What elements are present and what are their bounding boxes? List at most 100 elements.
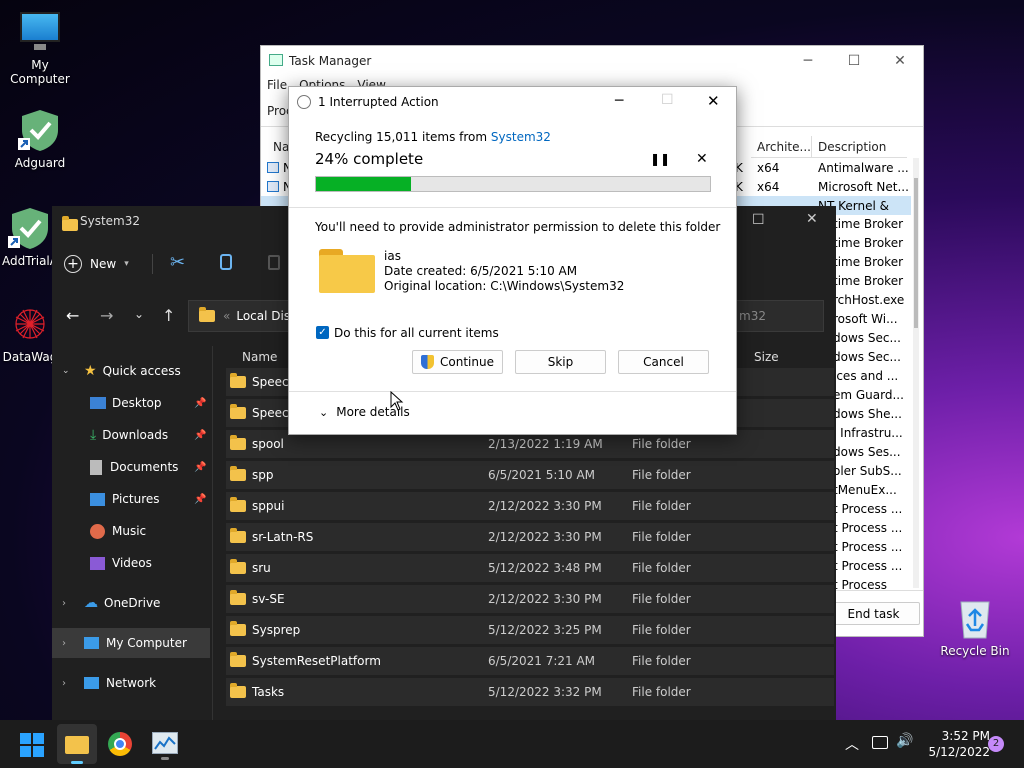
chrome-icon[interactable]	[108, 732, 132, 756]
progress-bar	[315, 176, 711, 192]
minimize-button[interactable]: ─	[615, 93, 623, 109]
address-prefix: «	[223, 309, 231, 323]
up-arrow-icon[interactable]: ↑	[162, 306, 175, 325]
network-icon[interactable]	[872, 736, 888, 749]
sidebar-item-label: Music	[112, 524, 147, 538]
continue-button[interactable]: Continue	[412, 350, 503, 374]
process-description-list: time Broker time Broker time Broker time…	[833, 215, 911, 589]
close-button[interactable]: ✕	[707, 92, 720, 110]
sidebar-item-quick-access[interactable]: ⌄ ★ Quick access	[52, 356, 210, 386]
source-folder-link[interactable]: System32	[491, 130, 551, 144]
desktop-icon-recycle-bin[interactable]: Recycle Bin	[935, 596, 1015, 658]
search-box[interactable]: m32	[736, 300, 824, 332]
maximize-button[interactable]: ☐	[752, 212, 765, 228]
desktop-icon-label: Adguard	[14, 156, 66, 170]
sidebar-item-my-computer[interactable]: › My Computer	[52, 628, 210, 658]
back-arrow-icon[interactable]: ←	[66, 306, 79, 325]
sidebar-item-videos[interactable]: Videos	[52, 548, 210, 578]
file-row[interactable]: sru 5/12/2022 3:48 PM File folder	[226, 554, 834, 582]
file-row[interactable]: Sysprep 5/12/2022 3:25 PM File folder	[226, 616, 834, 644]
dialog-titlebar[interactable]: 1 Interrupted Action ─ ☐ ✕	[289, 87, 736, 117]
close-button[interactable]: ✕	[877, 46, 923, 76]
file-name: spp	[252, 468, 274, 482]
skip-button[interactable]: Skip	[515, 350, 606, 374]
file-row[interactable]: SystemResetPlatform 6/5/2021 7:21 AM File …	[226, 647, 834, 675]
file-row[interactable]: Tasks 5/12/2022 3:32 PM File folder	[226, 678, 834, 706]
folder-icon	[230, 621, 246, 636]
cut-icon[interactable]: ✂	[170, 252, 185, 273]
stop-icon[interactable]: ✕	[696, 151, 708, 167]
sidebar-item-desktop[interactable]: Desktop 📌	[52, 388, 210, 418]
windows-start-icon[interactable]	[20, 733, 44, 757]
notification-badge[interactable]: 2	[988, 736, 1004, 752]
copy-icon[interactable]	[220, 254, 232, 270]
menu-file[interactable]: File	[267, 78, 287, 92]
folder-icon	[199, 307, 215, 322]
file-row[interactable]: sr-Latn-RS 2/12/2022 3:30 PM File folder	[226, 523, 834, 551]
video-icon	[90, 556, 105, 570]
sidebar-item-downloads[interactable]: ⤓ Downloads 📌	[52, 420, 210, 450]
chevron-down-icon: ▾	[124, 259, 129, 269]
file-row[interactable]: sv-SE 2/12/2022 3:30 PM File folder	[226, 585, 834, 613]
new-label: New	[90, 257, 117, 271]
vertical-scrollbar[interactable]	[913, 158, 919, 588]
column-architecture[interactable]: Archite...	[751, 136, 811, 158]
folder-icon	[230, 683, 246, 698]
recent-locations-icon[interactable]: ⌄	[134, 307, 144, 321]
minimize-button[interactable]: ─	[785, 46, 831, 76]
new-button[interactable]: + New ▾	[64, 250, 129, 278]
apply-all-label[interactable]: Do this for all current items	[334, 326, 499, 340]
file-row[interactable]: spp 6/5/2021 5:10 AM File folder	[226, 461, 834, 489]
mouse-cursor-icon	[390, 391, 404, 411]
sidebar-item-onedrive[interactable]: › ☁ OneDrive	[52, 588, 210, 618]
clock-time: 3:52 PM	[941, 729, 990, 743]
column-description[interactable]: Description	[811, 136, 907, 158]
desktop-icon-label: AddTrialA	[2, 254, 58, 268]
sidebar-item-pictures[interactable]: Pictures 📌	[52, 484, 210, 514]
pin-icon[interactable]: 📌	[194, 398, 206, 409]
pin-icon[interactable]: 📌	[194, 462, 206, 473]
column-name[interactable]: Name	[242, 350, 277, 364]
item-original-location: Original location: C:\Windows\System32	[384, 279, 625, 293]
apply-all-checkbox[interactable]: ✓	[316, 326, 329, 339]
sidebar-item-network[interactable]: › Network	[52, 668, 210, 698]
file-type: File folder	[632, 623, 691, 637]
folder-icon	[230, 652, 246, 667]
maximize-button[interactable]: ☐	[831, 46, 877, 76]
permission-message: You'll need to provide administrator per…	[315, 220, 721, 234]
desktop-icon-adguard[interactable]: Adguard	[0, 108, 80, 170]
cancel-button[interactable]: Cancel	[618, 350, 709, 374]
taskbar-file-explorer[interactable]	[57, 724, 97, 764]
large-folder-icon	[319, 249, 375, 293]
sidebar-item-label: Documents	[110, 460, 179, 474]
sidebar-item-music[interactable]: Music	[52, 516, 210, 546]
close-button[interactable]: ✕	[806, 211, 818, 227]
paste-icon[interactable]	[268, 255, 280, 270]
process-desc-cell: ices and ...	[833, 369, 899, 383]
file-row[interactable]: sppui 2/12/2022 3:30 PM File folder	[226, 492, 834, 520]
chevron-right-icon: ›	[62, 637, 66, 649]
interrupted-action-dialog[interactable]: 1 Interrupted Action ─ ☐ ✕ Recycling 15,…	[288, 86, 737, 435]
column-size[interactable]: Size	[754, 350, 779, 364]
clock[interactable]: 3:52 PM 5/12/2022	[920, 728, 990, 760]
document-icon	[90, 459, 102, 475]
sidebar-item-label: Network	[106, 676, 157, 690]
dialog-title: 1 Interrupted Action	[318, 95, 439, 109]
forward-arrow-icon[interactable]: →	[100, 306, 113, 325]
file-date: 2/12/2022 3:30 PM	[488, 499, 602, 513]
chevron-down-icon: ⌄	[62, 366, 70, 376]
pin-icon[interactable]: 📌	[194, 430, 206, 441]
process-desc-cell: dows Ses...	[833, 445, 901, 459]
process-desc-cell: t Process ...	[833, 502, 903, 516]
chevron-up-icon[interactable]: ︿	[845, 734, 859, 754]
desktop-icon-my-computer[interactable]: My Computer	[0, 10, 80, 86]
sidebar-item-documents[interactable]: Documents 📌	[52, 452, 210, 482]
process-desc-cell: dows Sec...	[833, 350, 901, 364]
volume-icon[interactable]: 🔊	[896, 733, 913, 749]
pause-icon[interactable]: ❚❚	[650, 152, 670, 166]
task-manager-taskbar-icon[interactable]	[152, 732, 178, 760]
pin-icon[interactable]: 📌	[194, 494, 206, 505]
end-task-button[interactable]: End task	[827, 602, 920, 625]
file-date: 6/5/2021 7:21 AM	[488, 654, 596, 668]
file-date: 5/12/2022 3:25 PM	[488, 623, 602, 637]
